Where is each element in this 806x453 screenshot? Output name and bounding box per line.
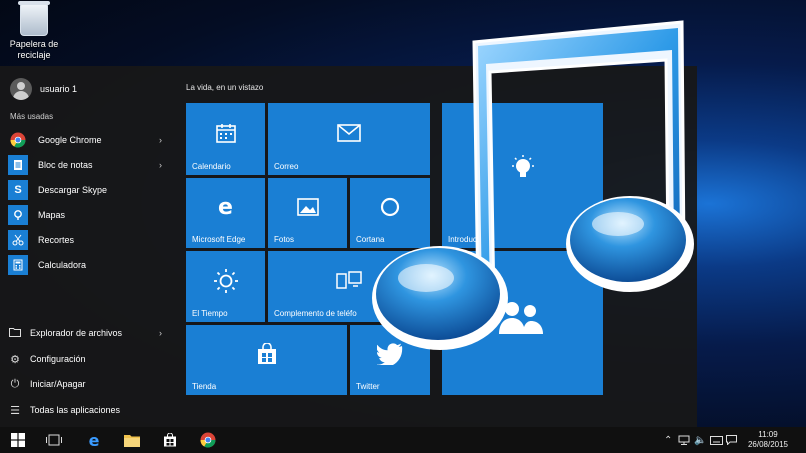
skype-icon: S (8, 180, 28, 200)
music-note-icon (372, 20, 694, 350)
photos-icon (268, 178, 347, 236)
action-center-icon (726, 435, 737, 445)
app-label: Recortes (38, 235, 75, 245)
power-icon: ⏻ (10, 377, 20, 390)
show-hidden-icons-button[interactable]: ⌃ (664, 427, 672, 453)
system-item-label: Explorador de archivos (30, 328, 123, 338)
chrome-taskbar-button[interactable] (190, 427, 226, 453)
user-name: usuario 1 (40, 84, 78, 94)
calendar-icon (186, 103, 265, 163)
chevron-right-icon[interactable]: › (159, 328, 162, 338)
store-icon (186, 325, 347, 383)
task-view-icon (46, 434, 62, 446)
edge-icon: e (218, 194, 233, 220)
tile-label: Twitter (356, 382, 380, 391)
app-label: Google Chrome (38, 135, 102, 145)
tile-tienda[interactable]: Tienda (186, 325, 347, 395)
app-label: Descargar Skype (38, 185, 108, 195)
tile-label: Calendario (192, 162, 231, 171)
volume-button[interactable]: 🔈 (694, 427, 706, 453)
task-view-button[interactable] (36, 427, 72, 453)
store-taskbar-button[interactable] (152, 427, 188, 453)
tile-microsoft-edge[interactable]: e Microsoft Edge (186, 178, 265, 248)
tile-calendario[interactable]: Calendario (186, 103, 265, 175)
chrome-icon (8, 130, 28, 150)
recycle-bin-label: Papelera de reciclaje (9, 39, 59, 60)
start-button[interactable] (0, 427, 36, 453)
chevron-right-icon[interactable]: › (159, 160, 162, 170)
app-label: Bloc de notas (38, 160, 93, 170)
keyboard-button[interactable] (710, 427, 723, 453)
clock-date: 26/08/2015 (747, 440, 789, 449)
avatar (10, 78, 32, 100)
chevron-right-icon[interactable]: › (159, 135, 162, 145)
windows-logo-icon (11, 433, 25, 447)
file-explorer-taskbar-button[interactable] (114, 427, 150, 453)
action-center-button[interactable] (726, 427, 737, 453)
network-icon (678, 435, 690, 445)
keyboard-icon (710, 435, 723, 445)
gear-icon: ⚙ (10, 353, 20, 366)
tile-el-tiempo[interactable]: El Tiempo (186, 251, 265, 322)
maps-icon (8, 205, 28, 225)
tile-group-heading: La vida, en un vistazo (186, 83, 264, 92)
tile-label: Fotos (274, 235, 295, 244)
recycle-bin-desktop-icon[interactable]: Papelera de reciclaje (6, 1, 62, 61)
notepad-icon (8, 155, 28, 175)
clock-time: 11:09 (758, 430, 778, 439)
start-menu-left-pane: usuario 1 Más usadas Google Chrome › Blo… (0, 66, 172, 427)
all-apps-item[interactable]: ☰ Todas las aplicaciones (8, 399, 168, 421)
app-recortes[interactable]: Recortes (8, 229, 168, 251)
app-calculadora[interactable]: Calculadora (8, 254, 168, 276)
folder-icon (124, 434, 140, 447)
settings-item[interactable]: ⚙ Configuración (8, 348, 168, 370)
network-button[interactable] (678, 427, 690, 453)
speaker-icon: 🔈 (694, 434, 707, 446)
tile-fotos[interactable]: Fotos (268, 178, 347, 248)
list-icon: ☰ (10, 404, 20, 417)
app-descargar-skype[interactable]: S Descargar Skype (8, 179, 168, 201)
snipping-tool-icon (8, 230, 28, 250)
app-google-chrome[interactable]: Google Chrome › (8, 129, 168, 151)
taskbar: e ⌃ 🔈 11:09 26/08/2015 (0, 427, 806, 453)
user-account[interactable]: usuario 1 (10, 77, 77, 101)
calculator-icon (8, 255, 28, 275)
app-label: Calculadora (38, 260, 87, 270)
tile-label: Complemento de teléfo (274, 309, 357, 318)
folder-icon (8, 327, 22, 340)
most-used-heading: Más usadas (10, 112, 54, 121)
system-item-label: Configuración (30, 354, 86, 364)
app-mapas[interactable]: Mapas (8, 204, 168, 226)
app-bloc-de-notas[interactable]: Bloc de notas › (8, 154, 168, 176)
system-item-label: Iniciar/Apagar (30, 379, 86, 389)
file-explorer-item[interactable]: Explorador de archivos › (8, 322, 168, 344)
tile-label: El Tiempo (192, 309, 228, 318)
sun-icon (186, 251, 265, 310)
power-item[interactable]: ⏻ Iniciar/Apagar (8, 373, 168, 395)
edge-icon: e (88, 430, 100, 450)
tile-label: Tienda (192, 382, 217, 391)
chrome-icon (200, 432, 216, 448)
system-item-label: Todas las aplicaciones (30, 405, 121, 415)
clock[interactable]: 11:09 26/08/2015 (738, 430, 798, 450)
store-icon (164, 433, 176, 447)
tile-label: Microsoft Edge (192, 235, 246, 244)
recycle-bin-icon (18, 1, 50, 36)
app-label: Mapas (38, 210, 66, 220)
edge-taskbar-button[interactable]: e (76, 427, 112, 453)
chevron-up-icon: ⌃ (664, 434, 673, 446)
tile-label: Correo (274, 162, 299, 171)
